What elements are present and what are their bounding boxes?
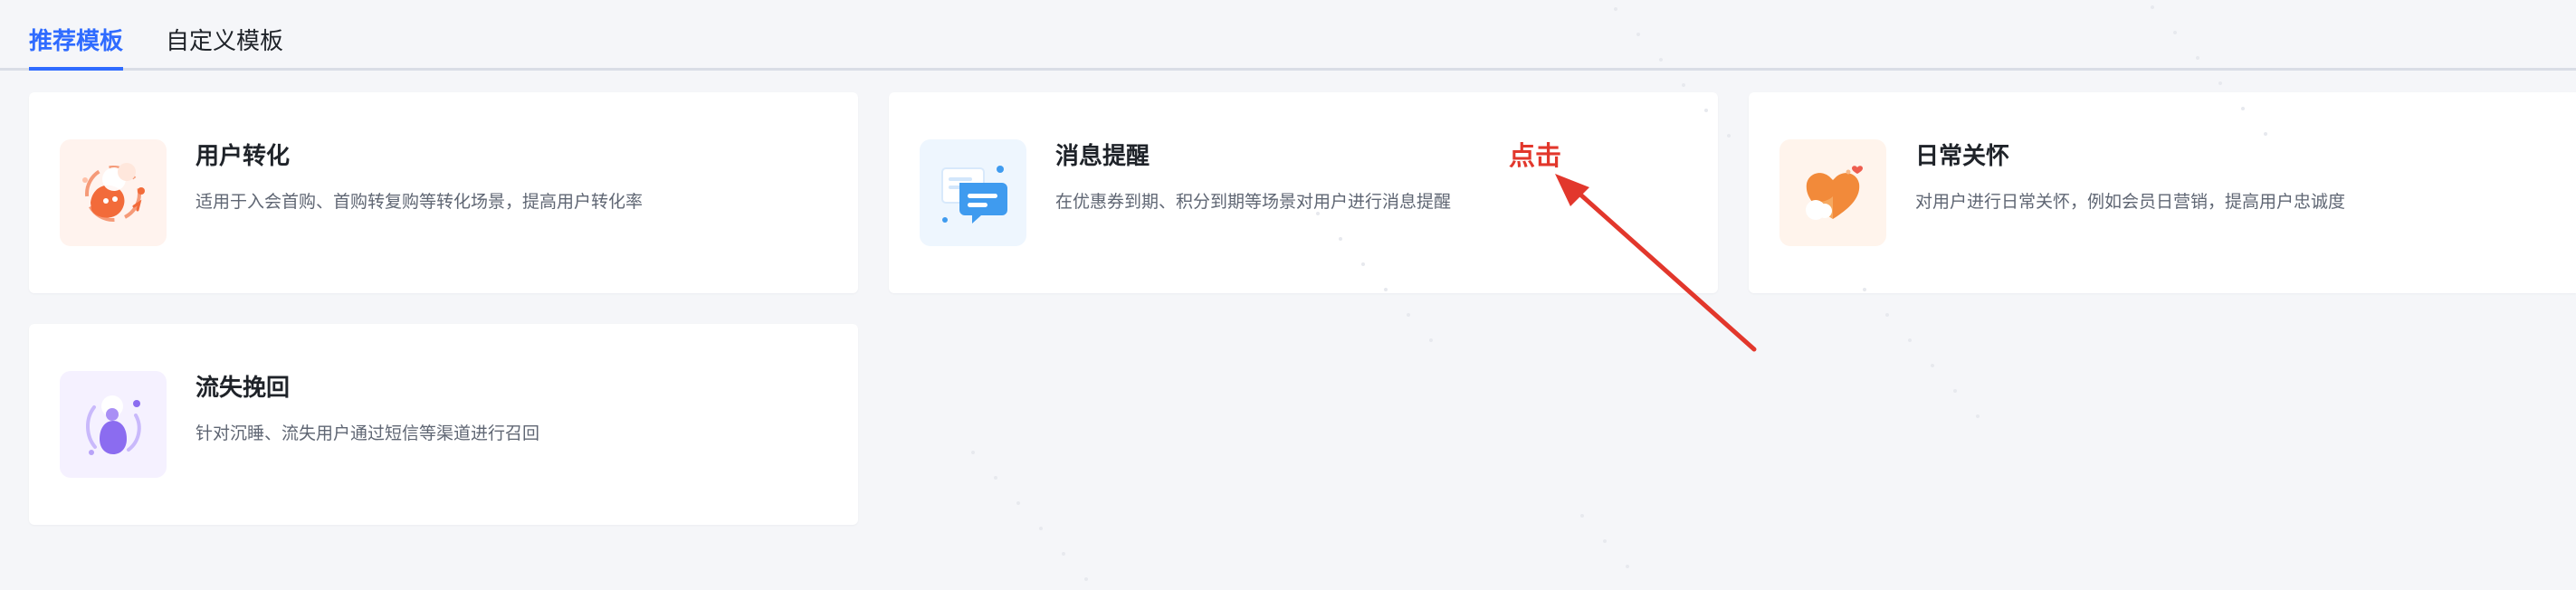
template-tabs: 推荐模板 自定义模板 <box>0 0 2576 71</box>
template-card-user-conversion[interactable]: 用户转化 适用于入会首购、首购转复购等转化场景，提高用户转化率 <box>29 92 858 293</box>
click-annotation-label: 点击 <box>1509 140 1562 171</box>
tab-custom-templates[interactable]: 自定义模板 <box>166 24 283 60</box>
heart-care-icon <box>1779 139 1886 246</box>
template-card-churn-recall[interactable]: 流失挽回 针对沉睡、流失用户通过短信等渠道进行召回 <box>29 324 858 525</box>
template-description: 针对沉睡、流失用户通过短信等渠道进行召回 <box>196 423 540 443</box>
user-recall-icon <box>60 371 167 478</box>
user-conversion-icon <box>60 139 167 246</box>
click-annotation-arrow-icon <box>1555 174 1757 352</box>
template-title: 日常关怀 <box>1915 143 2010 170</box>
template-title: 流失挽回 <box>196 375 291 402</box>
template-card-daily-care[interactable]: 日常关怀 对用户进行日常关怀，例如会员日营销，提高用户忠诚度 <box>1749 92 2576 293</box>
template-title: 消息提醒 <box>1055 143 1150 170</box>
template-description: 对用户进行日常关怀，例如会员日营销，提高用户忠诚度 <box>1915 192 2346 212</box>
tab-recommended-templates[interactable]: 推荐模板 <box>29 24 124 71</box>
template-description: 适用于入会首购、首购转复购等转化场景，提高用户转化率 <box>196 192 644 212</box>
template-description: 在优惠券到期、积分到期等场景对用户进行消息提醒 <box>1055 192 1452 212</box>
message-bubble-icon <box>920 139 1026 246</box>
template-title: 用户转化 <box>196 143 291 170</box>
